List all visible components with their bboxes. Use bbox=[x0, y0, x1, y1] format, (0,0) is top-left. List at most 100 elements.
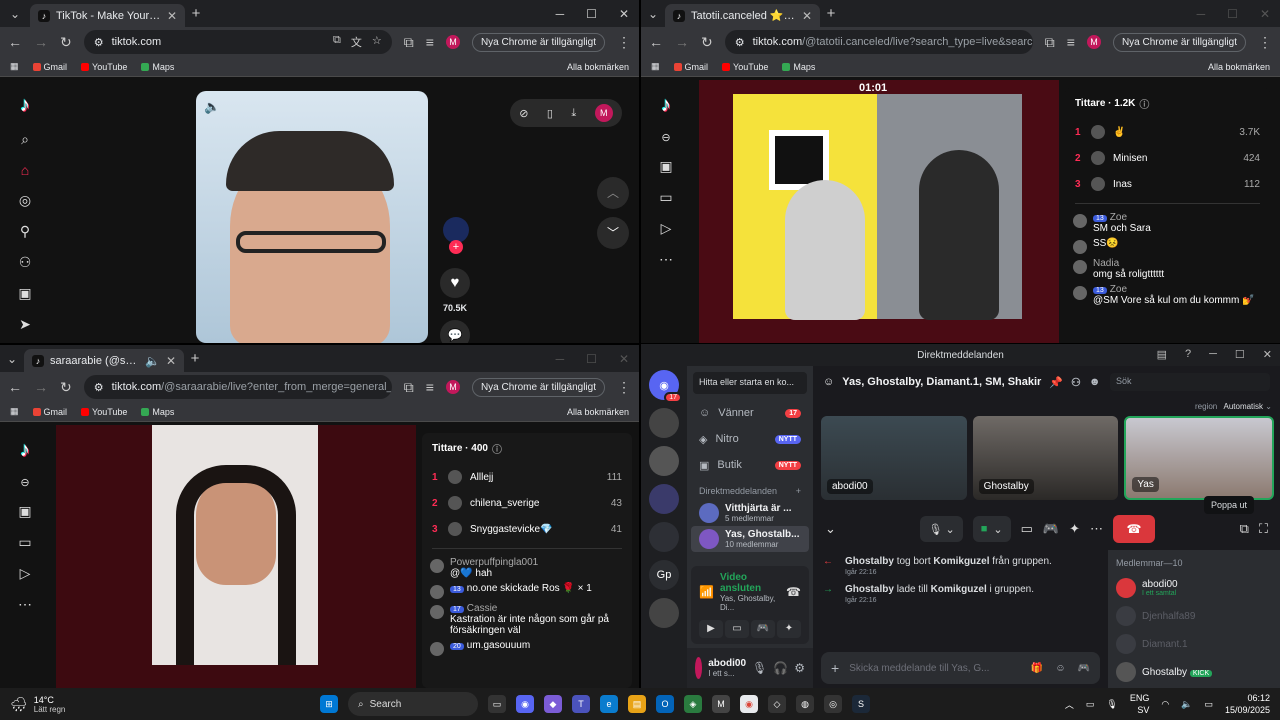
live-stream-video[interactable] bbox=[56, 425, 416, 688]
address-bar[interactable]: ⚙ tiktok.com/@tatotii.canceled/live?sear… bbox=[724, 30, 1033, 54]
tab-search-icon[interactable]: ⌄ bbox=[0, 7, 30, 21]
maximize-icon[interactable]: ☐ bbox=[586, 7, 597, 21]
back-icon[interactable]: ← bbox=[649, 34, 663, 50]
back-icon[interactable]: ← bbox=[8, 34, 22, 50]
mic-button[interactable]: 🎙 ⌄ bbox=[920, 516, 963, 542]
mute-tab-icon[interactable]: 🔈 bbox=[145, 354, 160, 368]
live-icon[interactable]: ▣ bbox=[18, 285, 31, 302]
menu-icon[interactable]: ⋮ bbox=[617, 379, 631, 396]
collapse-icon[interactable]: ⌄ bbox=[825, 521, 836, 537]
app-icon[interactable]: ◇ bbox=[768, 695, 786, 713]
extensions-icon[interactable]: ⧉ bbox=[404, 34, 414, 51]
reload-icon[interactable]: ↻ bbox=[60, 34, 72, 51]
weather-widget[interactable]: 🌧 14°C Lätt regn bbox=[0, 695, 150, 714]
app-icon[interactable]: ◎ bbox=[824, 695, 842, 713]
inbox-icon[interactable]: ▤ bbox=[1157, 348, 1167, 361]
video-tile[interactable]: abodi00 bbox=[821, 416, 967, 500]
outlook-icon[interactable]: O bbox=[656, 695, 674, 713]
maximize-icon[interactable]: ☐ bbox=[1235, 348, 1245, 361]
back-circle-icon[interactable]: ⊖ bbox=[661, 131, 670, 144]
chrome-icon[interactable]: ◉ bbox=[740, 695, 758, 713]
all-bookmarks[interactable]: Alla bokmärken bbox=[567, 62, 629, 72]
battery-icon[interactable]: ▭ bbox=[1204, 699, 1213, 710]
camera-icon[interactable]: ▭ bbox=[659, 189, 672, 206]
home-icon[interactable]: ⌂ bbox=[21, 162, 29, 178]
member-item[interactable]: Diamant.1 bbox=[1116, 630, 1272, 658]
popout-icon[interactable]: ⧉ bbox=[1240, 521, 1249, 537]
following-icon[interactable]: ⚲ bbox=[20, 223, 30, 240]
new-tab-button[interactable]: + bbox=[185, 5, 207, 22]
apps-icon[interactable]: ▦ bbox=[651, 61, 660, 72]
search-icon[interactable]: ⌕ bbox=[21, 131, 29, 148]
address-bar[interactable]: ⚙ tiktok.com ⧉ 文 ☆ bbox=[83, 30, 392, 54]
feed-video[interactable]: 🔈 bbox=[196, 91, 428, 343]
camera-button[interactable]: ▶ bbox=[699, 620, 723, 638]
more-icon[interactable]: ⋯ bbox=[1090, 521, 1103, 537]
teams-icon[interactable]: T bbox=[572, 695, 590, 713]
bookmark-maps[interactable]: Maps bbox=[141, 62, 174, 72]
discord-app-icon[interactable]: ◉ bbox=[516, 695, 534, 713]
headphones-icon[interactable]: 🎧 bbox=[773, 661, 788, 675]
extensions-icon[interactable]: ⧉ bbox=[404, 379, 414, 396]
minimize-icon[interactable]: ─ bbox=[1197, 7, 1206, 21]
tray-mic-icon[interactable]: 🎙 bbox=[1106, 699, 1117, 710]
bookmark-gmail[interactable]: Gmail bbox=[673, 62, 708, 72]
chrome-update-button[interactable]: Nya Chrome är tillgängligt bbox=[1112, 32, 1246, 52]
fullscreen-icon[interactable]: ⛶ bbox=[1259, 521, 1268, 537]
activities-button[interactable]: 🎮 bbox=[751, 620, 775, 638]
camera-toggle-button[interactable]: ■ ⌄ bbox=[972, 516, 1011, 542]
bookmark-maps[interactable]: Maps bbox=[782, 62, 815, 72]
next-video-button[interactable]: ﹀ bbox=[597, 217, 629, 249]
ranking-row[interactable]: 2 chilena_sverige 43 bbox=[422, 490, 632, 516]
bookmark-youtube[interactable]: YouTube bbox=[81, 407, 127, 417]
live-tv-icon[interactable]: ▣ bbox=[659, 158, 672, 175]
like-button[interactable]: ♥ bbox=[440, 268, 470, 298]
message-composer[interactable]: + Skicka meddelande till Yas, G... 🎁 ☺ 🎮 bbox=[821, 652, 1100, 684]
all-bookmarks[interactable]: Alla bokmärken bbox=[1208, 62, 1270, 72]
profile-avatar[interactable]: M bbox=[445, 35, 460, 49]
forward-icon[interactable]: → bbox=[34, 34, 48, 50]
bookmark-star-icon[interactable]: ☆ bbox=[372, 34, 382, 50]
activity-icon[interactable]: 🎮 bbox=[1043, 521, 1059, 537]
member-item[interactable]: abodi00 I ett samtal bbox=[1116, 574, 1272, 602]
member-item[interactable]: Djenhalfa89 bbox=[1116, 602, 1272, 630]
reading-list-icon[interactable]: ≡ bbox=[1067, 34, 1075, 50]
all-bookmarks[interactable]: Alla bokmärken bbox=[567, 407, 629, 417]
nav-shop[interactable]: ▣ Butik NYTT bbox=[687, 452, 813, 478]
new-tab-button[interactable]: + bbox=[184, 350, 206, 367]
bookmark-youtube[interactable]: YouTube bbox=[722, 62, 768, 72]
leave-call-button[interactable]: ☎ bbox=[1113, 515, 1155, 543]
play-icon[interactable]: ▷ bbox=[20, 565, 31, 582]
windows-start-icon[interactable]: ⊞ bbox=[320, 695, 338, 713]
close-tab-icon[interactable]: ✕ bbox=[802, 9, 812, 23]
reading-list-icon[interactable]: ≡ bbox=[426, 34, 434, 50]
close-window-icon[interactable]: ✕ bbox=[1260, 7, 1270, 21]
close-window-icon[interactable]: ✕ bbox=[619, 352, 629, 366]
member-item[interactable]: Ghostalby KICK bbox=[1116, 658, 1272, 686]
download-icon[interactable]: ⤓ bbox=[571, 107, 576, 120]
follow-plus-icon[interactable]: + bbox=[449, 240, 463, 254]
volume-icon[interactable]: 🔈 bbox=[1181, 699, 1192, 710]
friends-icon[interactable]: ⚇ bbox=[19, 254, 32, 271]
app-icon[interactable]: ◍ bbox=[796, 695, 814, 713]
tiktok-logo-icon[interactable]: ♪ bbox=[661, 94, 671, 117]
tab-tiktok[interactable]: ♪ TikTok - Make Your Day ✕ bbox=[30, 4, 185, 27]
reading-list-icon[interactable]: ≡ bbox=[426, 379, 434, 395]
address-bar[interactable]: ⚙ tiktok.com/@saraarabie/live?enter_from… bbox=[83, 375, 392, 399]
attach-plus-icon[interactable]: + bbox=[831, 660, 839, 676]
apps-icon[interactable]: ▦ bbox=[10, 406, 19, 417]
help-icon[interactable]: ? bbox=[1185, 348, 1191, 361]
tab-saraarabie[interactable]: ♪ saraarabie (@saraarabie) ä 🔈 ✕ bbox=[24, 349, 184, 372]
find-conversation-input[interactable]: Hitta eller starta en ko... bbox=[693, 372, 807, 394]
info-icon[interactable]: ⓘ bbox=[1139, 96, 1149, 111]
translate-icon[interactable]: 文 bbox=[351, 34, 362, 50]
close-tab-icon[interactable]: ✕ bbox=[166, 354, 176, 368]
ranking-row[interactable]: 2 Minisen 424 bbox=[1065, 145, 1270, 171]
bookmark-youtube[interactable]: YouTube bbox=[81, 62, 127, 72]
server-gp-icon[interactable]: Gp bbox=[649, 560, 679, 590]
wifi-icon[interactable]: ◠ bbox=[1161, 699, 1169, 710]
install-icon[interactable]: ⧉ bbox=[333, 34, 341, 50]
message-input[interactable]: Skicka meddelande till Yas, G... bbox=[849, 663, 989, 674]
prev-video-button[interactable]: ︿ bbox=[597, 177, 629, 209]
game-icon[interactable]: 🎮 bbox=[1078, 663, 1090, 674]
